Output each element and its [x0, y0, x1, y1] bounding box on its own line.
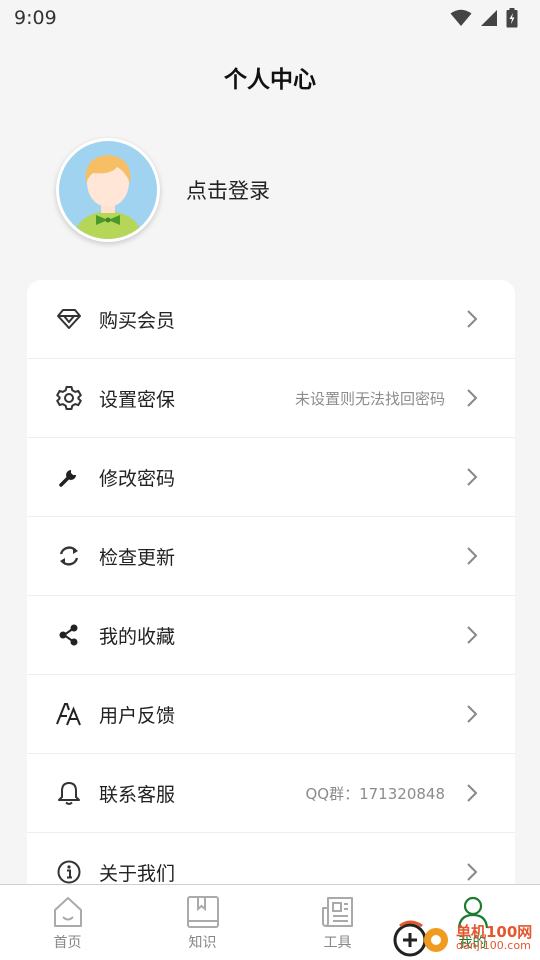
nav-item-knowledge[interactable]: 知识	[135, 885, 270, 960]
profile-section[interactable]: 点击登录	[56, 138, 270, 242]
font-icon	[55, 700, 83, 728]
newspaper-icon	[319, 893, 357, 931]
book-icon	[184, 893, 222, 931]
chevron-right-icon	[467, 389, 478, 407]
login-link[interactable]: 点击登录	[186, 175, 270, 205]
bell-icon	[55, 779, 83, 807]
refresh-icon	[55, 542, 83, 570]
chevron-right-icon	[467, 863, 478, 881]
watermark: 单机100网 danji100.com	[392, 918, 532, 958]
status-icons	[450, 8, 518, 28]
menu-item-change-password[interactable]: 修改密码	[27, 438, 515, 517]
diamond-icon	[55, 305, 83, 333]
watermark-url: danji100.com	[456, 939, 531, 952]
menu-item-label: 用户反馈	[99, 704, 176, 727]
menu-item-hint: QQ群：171320848	[305, 784, 445, 803]
info-icon	[55, 858, 83, 886]
menu-item-buy-membership[interactable]: 购买会员	[27, 280, 515, 359]
watermark-text: 单机100网 danji100.com	[456, 923, 533, 952]
menu-item-label: 检查更新	[99, 546, 176, 569]
cell-signal-icon	[481, 10, 497, 26]
menu-item-check-update[interactable]: 检查更新	[27, 517, 515, 596]
nav-label: 工具	[323, 935, 352, 951]
avatar-illustration	[59, 141, 157, 239]
home-icon	[49, 893, 87, 931]
menu-item-favorites[interactable]: 我的收藏	[27, 596, 515, 675]
nav-label: 首页	[53, 935, 82, 951]
chevron-right-icon	[467, 626, 478, 644]
chevron-right-icon	[467, 310, 478, 328]
watermark-logo-icon	[393, 920, 448, 957]
menu-item-hint: 未设置则无法找回密码	[294, 389, 445, 408]
watermark-name: 单机100网	[456, 923, 533, 941]
nav-item-tools[interactable]: 工具	[270, 885, 405, 960]
status-time: 9:09	[14, 7, 57, 29]
settings-menu: 购买会员 设置密保 未设置则无法找回密码 修改密码 检查更新 我的收藏 用户反馈…	[27, 280, 515, 900]
wrench-icon	[55, 463, 83, 491]
page-title: 个人中心	[224, 67, 316, 93]
menu-item-feedback[interactable]: 用户反馈	[27, 675, 515, 754]
chevron-right-icon	[467, 705, 478, 723]
menu-item-security-question[interactable]: 设置密保 未设置则无法找回密码	[27, 359, 515, 438]
chevron-right-icon	[467, 784, 478, 802]
share-icon	[55, 621, 83, 649]
avatar[interactable]	[56, 138, 160, 242]
wifi-icon	[450, 9, 472, 26]
gear-icon	[55, 384, 83, 412]
menu-item-label: 我的收藏	[99, 625, 176, 648]
menu-item-label: 联系客服	[99, 783, 176, 806]
menu-item-contact-support[interactable]: 联系客服 QQ群：171320848	[27, 754, 515, 833]
status-bar: 9:09	[0, 0, 540, 36]
battery-icon	[506, 8, 518, 28]
menu-item-label: 设置密保	[99, 388, 176, 411]
chevron-right-icon	[467, 547, 478, 565]
menu-item-label: 购买会员	[99, 309, 176, 332]
menu-item-label: 关于我们	[99, 862, 176, 885]
nav-item-home[interactable]: 首页	[0, 885, 135, 960]
menu-item-label: 修改密码	[99, 467, 176, 490]
chevron-right-icon	[467, 468, 478, 486]
nav-label: 知识	[188, 935, 217, 951]
